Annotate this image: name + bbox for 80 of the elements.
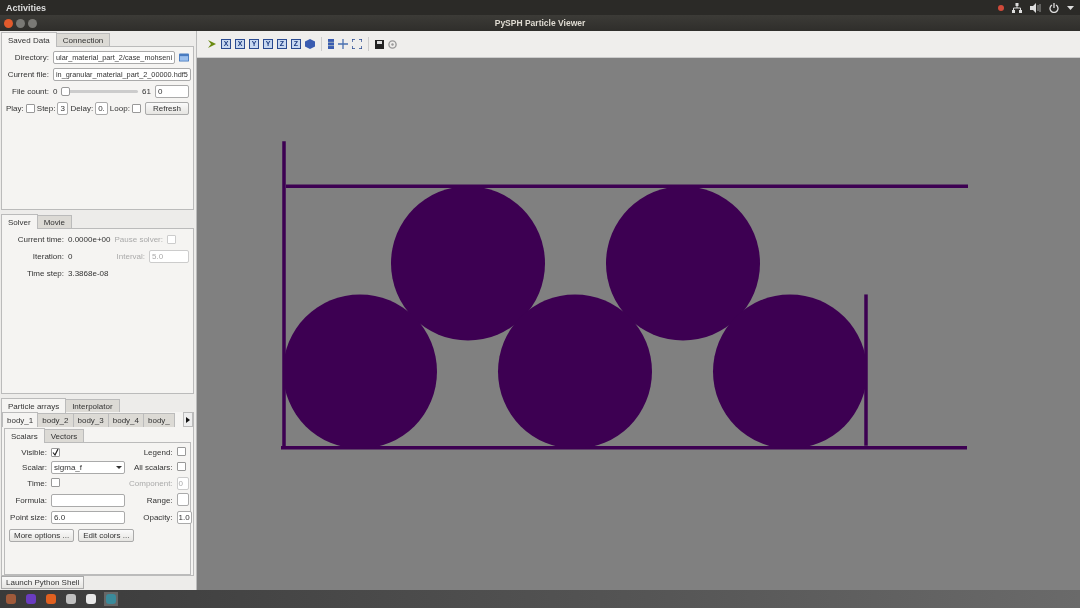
field-label: Formula: [14,496,47,505]
field-label: Point size: [9,513,47,522]
field-label: Play: [6,104,24,113]
delay-field[interactable]: 0. [95,102,108,115]
network-icon[interactable] [1012,2,1022,13]
field-label: Time: [26,479,47,488]
option-button[interactable]: More options ... [9,529,75,542]
field-label: Interval: [116,252,145,261]
formula-field[interactable] [51,494,125,507]
field-label: Legend: [142,448,173,457]
scalar-dropdown[interactable]: sigma_f [51,461,125,474]
tab[interactable]: Connection [55,33,111,47]
window-title: PySPH Particle Viewer [493,18,587,28]
field-label: Opacity: [142,513,173,522]
tab[interactable]: Solver [1,214,38,229]
field-label: Delay: [70,104,94,113]
field-label: Component: [129,479,173,488]
slider-min: 0 [53,87,58,96]
opacity-field[interactable]: 1.0 [176,511,192,524]
launch-shell-button[interactable]: Launch Python Shell [1,576,85,589]
range-field[interactable] [176,493,189,506]
file-count-field[interactable]: 0 [155,85,189,98]
caret-icon[interactable] [1067,5,1074,10]
field-label: Directory: [13,53,49,62]
fit-view-icon[interactable] [352,39,362,49]
option-button[interactable]: Edit colors ... [78,529,135,542]
field-label: File count: [11,87,49,96]
tab[interactable]: Particle arrays [1,398,67,413]
tab[interactable]: body_ [143,413,175,427]
field-label: Scalar: [21,463,47,472]
volume-icon[interactable] [1030,2,1041,13]
pointer-icon[interactable] [207,39,217,49]
minimize-button[interactable] [16,18,25,28]
app-icon[interactable] [84,592,98,606]
tab[interactable]: body_1 [2,412,39,427]
tab[interactable]: Interpolator [65,399,120,413]
field-label: Pause solver: [114,235,163,244]
close-button[interactable] [4,18,13,28]
field-label: Current file: [6,70,49,79]
loop-checkbox[interactable] [131,104,141,113]
field-label: Range: [145,496,173,505]
visible-checkbox[interactable] [51,447,60,457]
refresh-button[interactable]: Refresh [145,102,189,115]
point-size-field[interactable]: 6.0 [51,511,125,524]
tab[interactable]: body_3 [72,413,109,427]
current-time-value: 0.0000e+00 [68,235,111,244]
all-scalars-checkbox[interactable] [176,462,186,471]
activities-button[interactable]: Activities [6,2,47,13]
app-icon[interactable] [64,592,78,606]
field-label: Step: [36,104,56,113]
time-checkbox[interactable] [51,478,60,487]
tab[interactable]: Vectors [43,429,85,443]
tab[interactable]: Saved Data [1,32,57,47]
field-label: Visible: [20,448,47,457]
step-field[interactable]: 3 [57,102,69,115]
power-icon[interactable] [1049,2,1059,13]
axes-icon[interactable] [338,39,348,49]
field-label: Time step: [25,269,64,278]
tab[interactable]: body_2 [37,413,74,427]
tab[interactable]: Movie [36,215,73,229]
legend-checkbox[interactable] [176,447,186,456]
slider-max: 61 [142,87,151,96]
layers-icon[interactable] [328,39,334,49]
folder-icon[interactable] [179,53,189,62]
save-icon[interactable] [375,39,384,49]
field-label: Loop: [109,104,130,113]
right-arrow-icon [186,416,190,423]
tab[interactable]: Scalars [4,428,45,443]
time-step-value: 3.3868e-08 [68,269,109,278]
field-label: Current time: [16,235,64,244]
iteration-value: 0 [68,252,73,261]
caret-icon [116,466,122,469]
field-label: All scalars: [132,463,173,472]
file-count-slider[interactable] [61,87,71,96]
play-checkbox[interactable] [25,104,35,113]
scroll-right-button[interactable] [183,412,193,427]
cube-icon[interactable] [305,39,315,49]
field-label: Iteration: [31,252,64,261]
notification-icon[interactable] [998,4,1004,11]
maximize-button[interactable] [28,18,37,28]
